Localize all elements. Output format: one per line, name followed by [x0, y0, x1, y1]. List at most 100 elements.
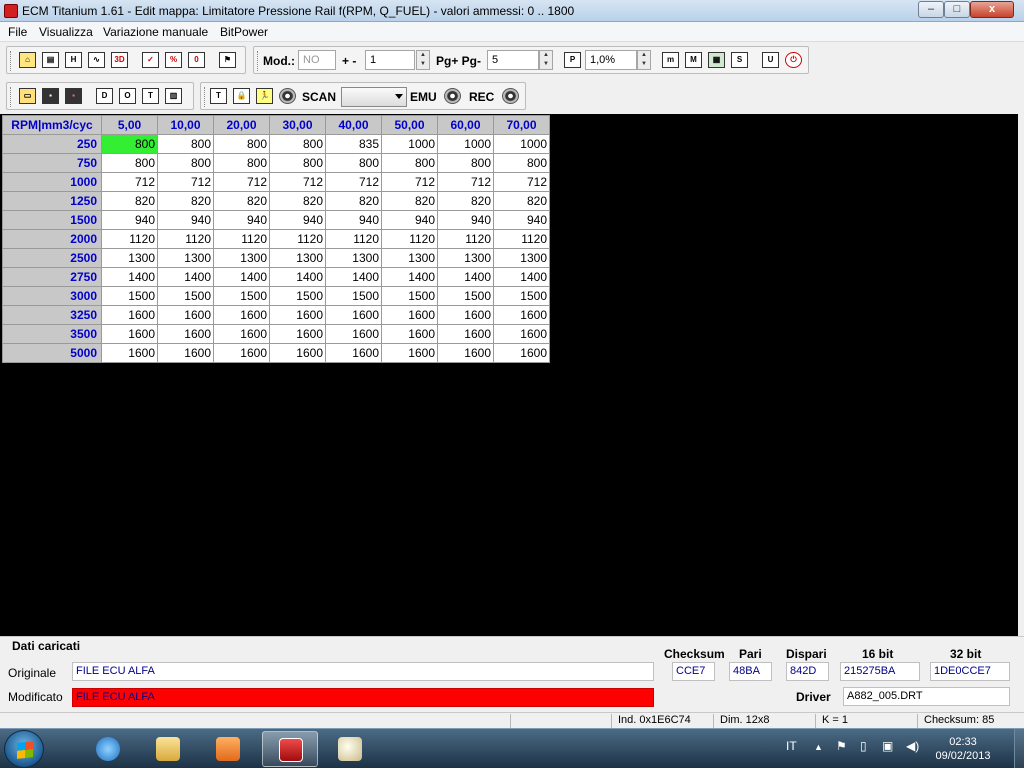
map-cell[interactable]: 712	[493, 172, 550, 192]
map-cell[interactable]: 1600	[381, 305, 438, 325]
map-cell[interactable]: 1600	[381, 324, 438, 344]
map-cell[interactable]: 1600	[325, 343, 382, 363]
map-row-header[interactable]: 1250	[2, 191, 102, 211]
map-cell[interactable]: 1500	[325, 286, 382, 306]
map-cell[interactable]: 1600	[213, 343, 270, 363]
map-cell[interactable]: 1500	[157, 286, 214, 306]
map-cell[interactable]: 1400	[101, 267, 158, 287]
power-status-icon[interactable]: ▯	[860, 739, 867, 753]
taskbar-explorer[interactable]	[140, 731, 196, 767]
map-cell[interactable]: 820	[493, 191, 550, 211]
map-cell[interactable]: 712	[157, 172, 214, 192]
graph-icon[interactable]: ∿	[88, 52, 105, 68]
map-cell[interactable]: 940	[437, 210, 494, 230]
pg-input[interactable]	[487, 50, 539, 70]
map-cell[interactable]: 820	[157, 191, 214, 211]
map-cell[interactable]: 1600	[269, 324, 326, 344]
volume-icon[interactable]: ◀)	[906, 739, 919, 753]
map-row-header[interactable]: 3250	[2, 305, 102, 325]
map-cell[interactable]: 940	[325, 210, 382, 230]
map-cell[interactable]: 940	[213, 210, 270, 230]
map-cell[interactable]: 800	[213, 134, 270, 154]
map-cell[interactable]: 1600	[325, 305, 382, 325]
action-center-icon[interactable]: ⚑	[836, 739, 847, 753]
map-cell[interactable]: 800	[157, 153, 214, 173]
map-cell[interactable]: 820	[325, 191, 382, 211]
plusminus-input[interactable]	[365, 50, 415, 70]
map-cell[interactable]: 1500	[101, 286, 158, 306]
map-cell[interactable]: 1300	[157, 248, 214, 268]
map-column-header[interactable]: 10,00	[157, 115, 214, 135]
map-row-header[interactable]: 1500	[2, 210, 102, 230]
record-dot-icon[interactable]	[279, 88, 296, 104]
o-icon[interactable]: O	[119, 88, 136, 104]
map-cell[interactable]: 1400	[381, 267, 438, 287]
start-button[interactable]	[4, 730, 44, 768]
map-cell[interactable]: 800	[381, 153, 438, 173]
map-cell[interactable]: 940	[269, 210, 326, 230]
check-icon[interactable]: ✓	[142, 52, 159, 68]
map-cell[interactable]: 1600	[157, 343, 214, 363]
M-icon[interactable]: M	[685, 52, 702, 68]
taskbar-ie[interactable]	[80, 731, 136, 767]
u-icon[interactable]: U	[762, 52, 779, 68]
map-cell[interactable]: 820	[269, 191, 326, 211]
map-cell[interactable]: 1600	[437, 305, 494, 325]
map-cell[interactable]: 1400	[157, 267, 214, 287]
map-row-header[interactable]: 2500	[2, 248, 102, 268]
map-cell[interactable]: 1600	[437, 343, 494, 363]
map-cell[interactable]: 1120	[493, 229, 550, 249]
language-indicator[interactable]: IT	[786, 739, 797, 753]
map-cell[interactable]: 1120	[213, 229, 270, 249]
map-row-header[interactable]: 2000	[2, 229, 102, 249]
map-row-header[interactable]: 1000	[2, 172, 102, 192]
flag-icon[interactable]: ⚑	[219, 52, 236, 68]
open-folder-icon[interactable]: ▭	[19, 88, 36, 104]
map-cell[interactable]: 1600	[213, 305, 270, 325]
map-cell[interactable]: 820	[381, 191, 438, 211]
toolbar-grip[interactable]	[10, 87, 13, 107]
map-cell[interactable]: 800	[101, 134, 158, 154]
map-cell[interactable]: 1500	[381, 286, 438, 306]
plusminus-spinner[interactable]: ▲ ▼	[416, 50, 430, 70]
map-cell[interactable]: 1300	[269, 248, 326, 268]
percent-spinner[interactable]: ▲ ▼	[637, 50, 651, 70]
home-icon[interactable]: ⌂	[19, 52, 36, 68]
map-cell[interactable]: 712	[213, 172, 270, 192]
app-icon[interactable]	[4, 4, 18, 18]
map-cell[interactable]: 1300	[213, 248, 270, 268]
panel-icon[interactable]: ▥	[165, 88, 182, 104]
taskbar-ecm-titanium[interactable]	[262, 731, 318, 767]
map-cell[interactable]: 940	[101, 210, 158, 230]
menu-visualizza[interactable]: Visualizza	[39, 25, 93, 39]
copy-map-icon[interactable]: ▤	[42, 52, 59, 68]
map-cell[interactable]: 835	[325, 134, 382, 154]
modificato-field[interactable]: FILE ECU ALFA	[72, 688, 654, 707]
map-cell[interactable]: 1120	[101, 229, 158, 249]
map-cell[interactable]: 800	[269, 134, 326, 154]
map-cell[interactable]: 820	[437, 191, 494, 211]
map-cell[interactable]: 1400	[325, 267, 382, 287]
map-cell[interactable]: 1300	[437, 248, 494, 268]
map-column-header[interactable]: 70,00	[493, 115, 550, 135]
map-cell[interactable]: 1600	[325, 324, 382, 344]
pg-spinner[interactable]: ▲ ▼	[539, 50, 553, 70]
taskbar-media-player[interactable]	[200, 731, 256, 767]
map-cell[interactable]: 1000	[437, 134, 494, 154]
s-icon[interactable]: S	[731, 52, 748, 68]
map-cell[interactable]: 800	[325, 153, 382, 173]
map-cell[interactable]: 1600	[101, 324, 158, 344]
map-column-header[interactable]: 60,00	[437, 115, 494, 135]
t-icon[interactable]: T	[142, 88, 159, 104]
minimize-button[interactable]: –	[918, 1, 944, 18]
map-cell[interactable]: 1300	[493, 248, 550, 268]
t-tool-icon[interactable]: T	[210, 88, 227, 104]
m-icon[interactable]: m	[662, 52, 679, 68]
show-desktop-button[interactable]	[1014, 729, 1024, 768]
map-cell[interactable]: 1500	[213, 286, 270, 306]
lock-icon[interactable]: 🔒	[233, 88, 250, 104]
map-cell[interactable]: 1120	[381, 229, 438, 249]
map-cell[interactable]: 1600	[493, 324, 550, 344]
d-icon[interactable]: D	[96, 88, 113, 104]
runner-icon[interactable]: 🏃	[256, 88, 273, 104]
